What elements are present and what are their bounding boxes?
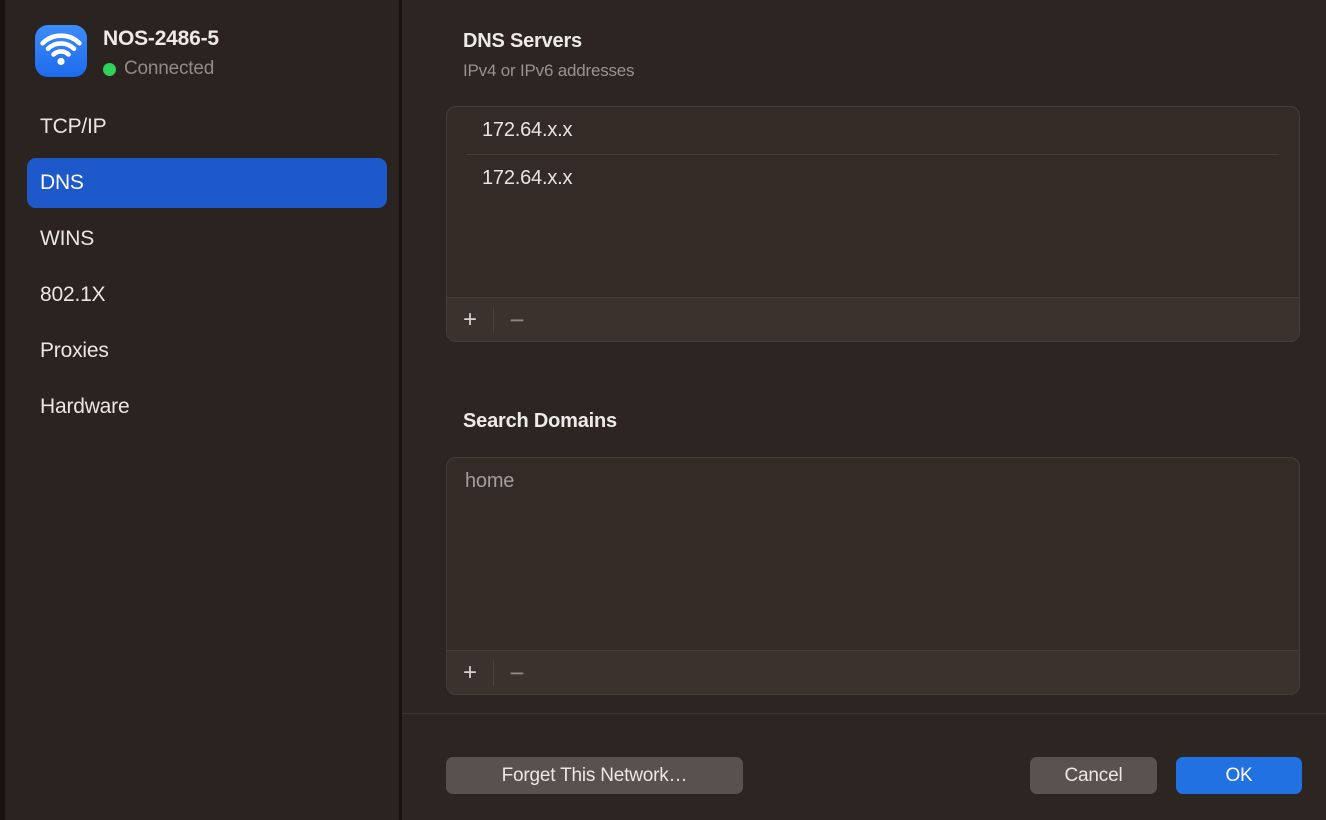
search-domains-list: home + −: [446, 457, 1300, 695]
network-header: NOS-2486-5 Connected: [35, 25, 219, 80]
dns-server-row[interactable]: 172.64.x.x: [447, 107, 1299, 154]
dns-server-value: 172.64.x.x: [482, 119, 572, 142]
sidebar-item-label: Hardware: [40, 395, 129, 419]
sidebar-item-label: TCP/IP: [40, 115, 106, 139]
sidebar-item-label: WINS: [40, 227, 94, 251]
footer-divider: [402, 713, 1326, 714]
search-domains-toolbar: + −: [447, 650, 1299, 694]
dns-settings-pane: DNS Servers IPv4 or IPv6 addresses 172.6…: [402, 0, 1326, 820]
sidebar-item-hardware[interactable]: Hardware: [27, 382, 387, 432]
sidebar-item-dns[interactable]: DNS: [27, 158, 387, 208]
add-search-domain-button[interactable]: +: [447, 661, 493, 685]
search-domains-title: Search Domains: [463, 410, 617, 433]
sidebar-item-label: DNS: [40, 171, 84, 195]
dns-servers-subtitle: IPv4 or IPv6 addresses: [463, 61, 634, 81]
connection-status-label: Connected: [124, 58, 214, 80]
sidebar-nav: TCP/IP DNS WINS 802.1X Proxies Hardware: [27, 102, 387, 438]
sidebar: NOS-2486-5 Connected TCP/IP DNS WINS 802…: [5, 0, 399, 820]
add-dns-server-button[interactable]: +: [447, 308, 493, 332]
connected-status-dot: [103, 63, 116, 76]
remove-search-domain-button[interactable]: −: [494, 660, 540, 686]
sidebar-item-label: Proxies: [40, 339, 109, 363]
sidebar-item-8021x[interactable]: 802.1X: [27, 270, 387, 320]
sidebar-item-tcpip[interactable]: TCP/IP: [27, 102, 387, 152]
search-domain-value: home: [465, 470, 514, 493]
cancel-button[interactable]: Cancel: [1030, 757, 1157, 794]
remove-dns-server-button[interactable]: −: [494, 307, 540, 333]
forget-network-button[interactable]: Forget This Network…: [446, 757, 743, 794]
search-domain-row[interactable]: home: [447, 458, 1299, 505]
network-name: NOS-2486-5: [103, 26, 219, 52]
dns-server-row[interactable]: 172.64.x.x: [447, 155, 1299, 202]
dns-list-toolbar: + −: [447, 297, 1299, 341]
wifi-icon: [35, 25, 87, 77]
dns-servers-list: 172.64.x.x 172.64.x.x + −: [446, 106, 1300, 342]
sidebar-item-proxies[interactable]: Proxies: [27, 326, 387, 376]
ok-button[interactable]: OK: [1176, 757, 1302, 794]
sidebar-item-label: 802.1X: [40, 283, 105, 307]
sidebar-item-wins[interactable]: WINS: [27, 214, 387, 264]
dns-servers-title: DNS Servers: [463, 30, 582, 53]
dns-server-value: 172.64.x.x: [482, 167, 572, 190]
